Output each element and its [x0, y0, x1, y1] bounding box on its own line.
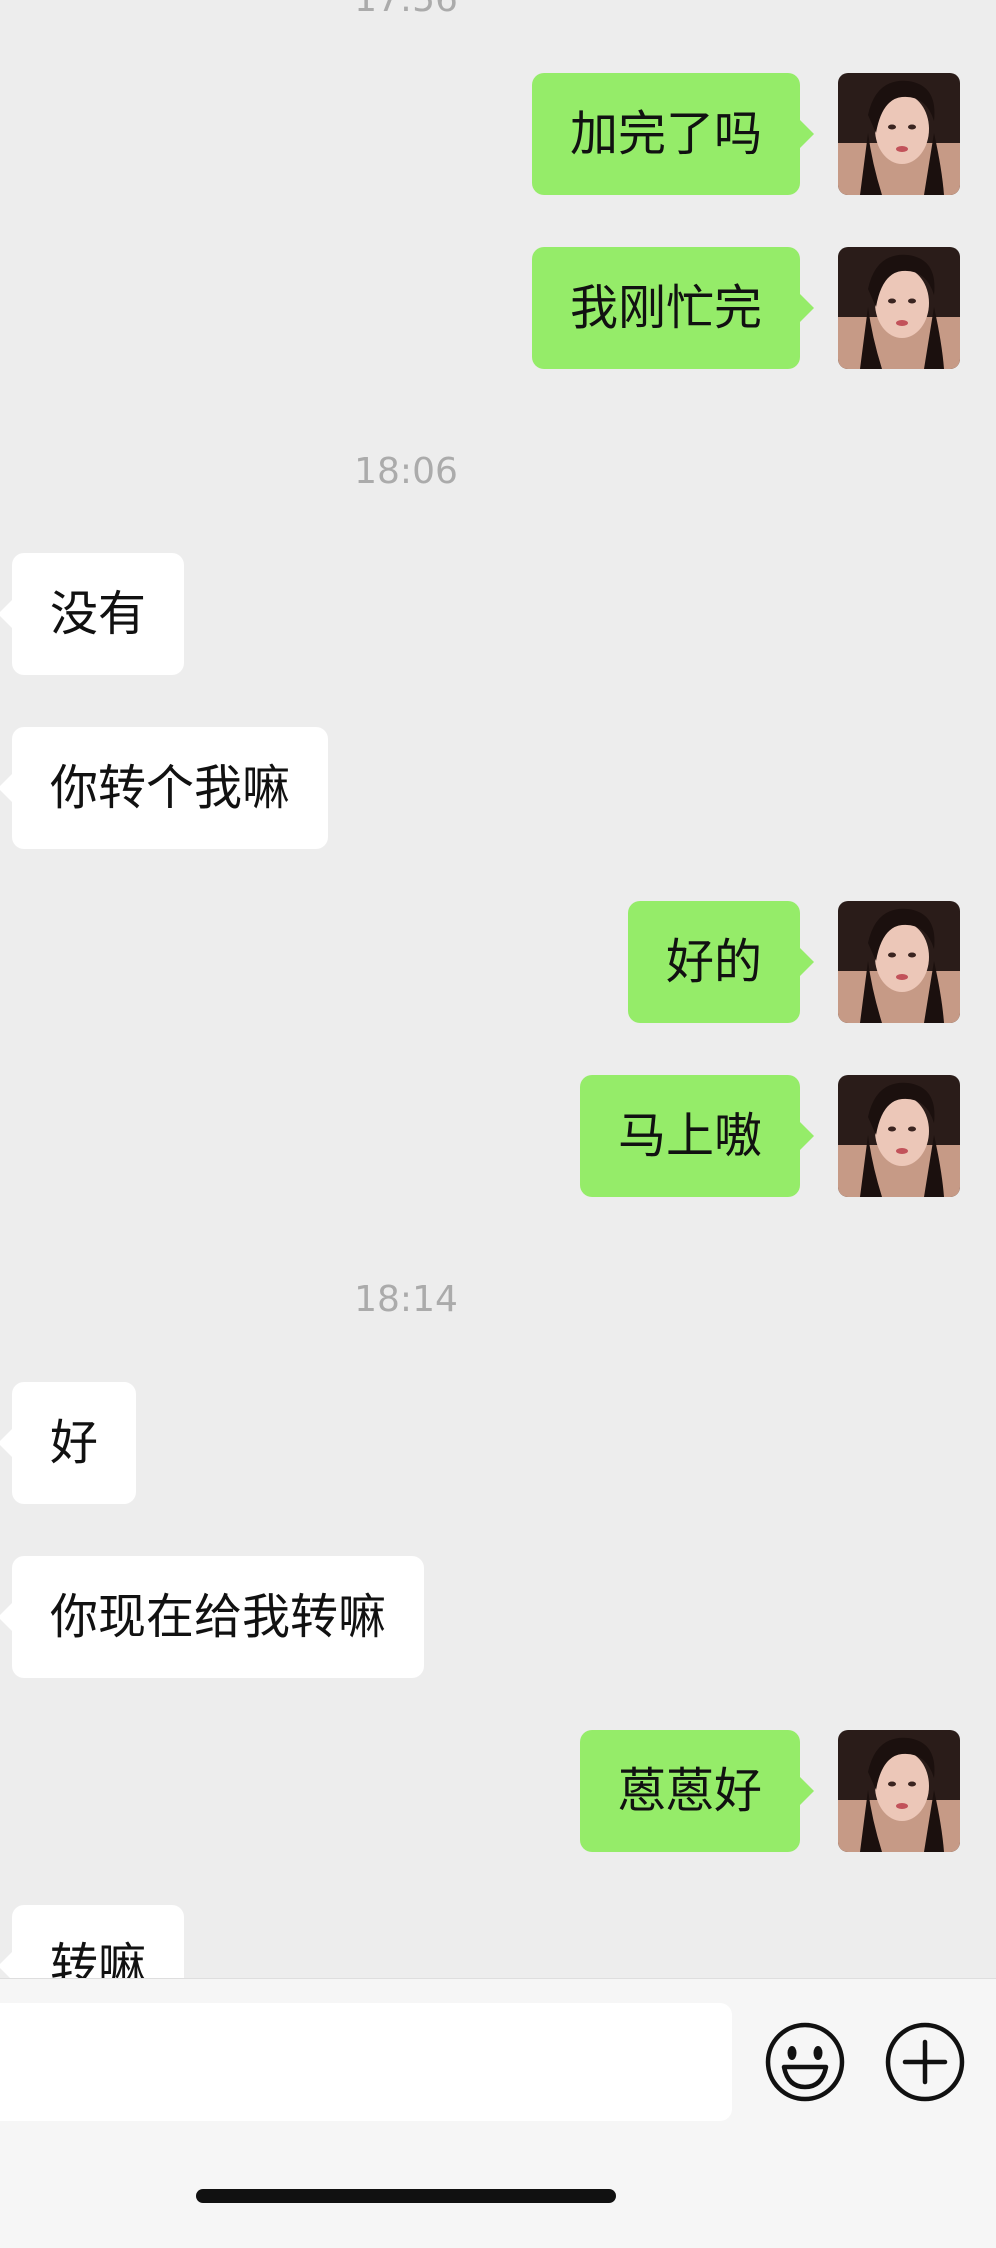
- smiley-face-icon: [765, 2022, 845, 2102]
- more-button[interactable]: [884, 2021, 966, 2103]
- incoming-message-bubble[interactable]: 你现在给我转嘛: [0, 1556, 425, 1678]
- message-row-outgoing: 蒽蒽好: [0, 1730, 996, 1852]
- message-row-incoming: 没有: [0, 553, 996, 675]
- message-row-incoming: 你转个我嘛: [0, 727, 996, 849]
- avatar-photo: [838, 1075, 960, 1197]
- avatar[interactable]: [838, 247, 960, 369]
- outgoing-message-bubble[interactable]: 蒽蒽好: [579, 1730, 815, 1852]
- avatar[interactable]: [838, 1075, 960, 1197]
- message-row-outgoing: 加完了吗: [0, 73, 996, 195]
- outgoing-message-bubble[interactable]: 加完了吗: [531, 73, 815, 195]
- message-input[interactable]: [0, 2003, 732, 2121]
- avatar-photo: [838, 901, 960, 1023]
- incoming-message-bubble[interactable]: 好: [0, 1382, 137, 1504]
- incoming-message-bubble[interactable]: 你转个我嘛: [0, 727, 329, 849]
- message-row-outgoing: 我刚忙完: [0, 247, 996, 369]
- message-row-incoming: 转嘛: [0, 1905, 996, 1978]
- message-row-incoming: 好: [0, 1382, 996, 1504]
- home-indicator[interactable]: [196, 2189, 616, 2203]
- emoji-button[interactable]: [764, 2021, 846, 2103]
- message-row-incoming: 你现在给我转嘛: [0, 1556, 996, 1678]
- plus-circle-icon: [885, 2022, 965, 2102]
- timestamp: 17:56: [0, 0, 812, 22]
- timestamp: 18:14: [354, 1279, 458, 1320]
- message-row-outgoing: 马上嗷: [0, 1075, 996, 1197]
- outgoing-message-bubble[interactable]: 我刚忙完: [531, 247, 815, 369]
- avatar-photo: [838, 1730, 960, 1852]
- avatar-photo: [838, 247, 960, 369]
- incoming-message-bubble[interactable]: 转嘛: [0, 1905, 185, 1978]
- outgoing-message-bubble[interactable]: 好的: [627, 901, 815, 1023]
- input-bar: [0, 1978, 996, 2248]
- timestamp: 18:06: [354, 451, 458, 492]
- incoming-message-bubble[interactable]: 没有: [0, 553, 185, 675]
- avatar-photo: [838, 73, 960, 195]
- chat-message-area[interactable]: 17:56 加完了吗 我刚忙完: [0, 0, 996, 1978]
- avatar[interactable]: [838, 1730, 960, 1852]
- outgoing-message-bubble[interactable]: 马上嗷: [579, 1075, 815, 1197]
- avatar[interactable]: [838, 73, 960, 195]
- avatar[interactable]: [838, 901, 960, 1023]
- message-row-outgoing: 好的: [0, 901, 996, 1023]
